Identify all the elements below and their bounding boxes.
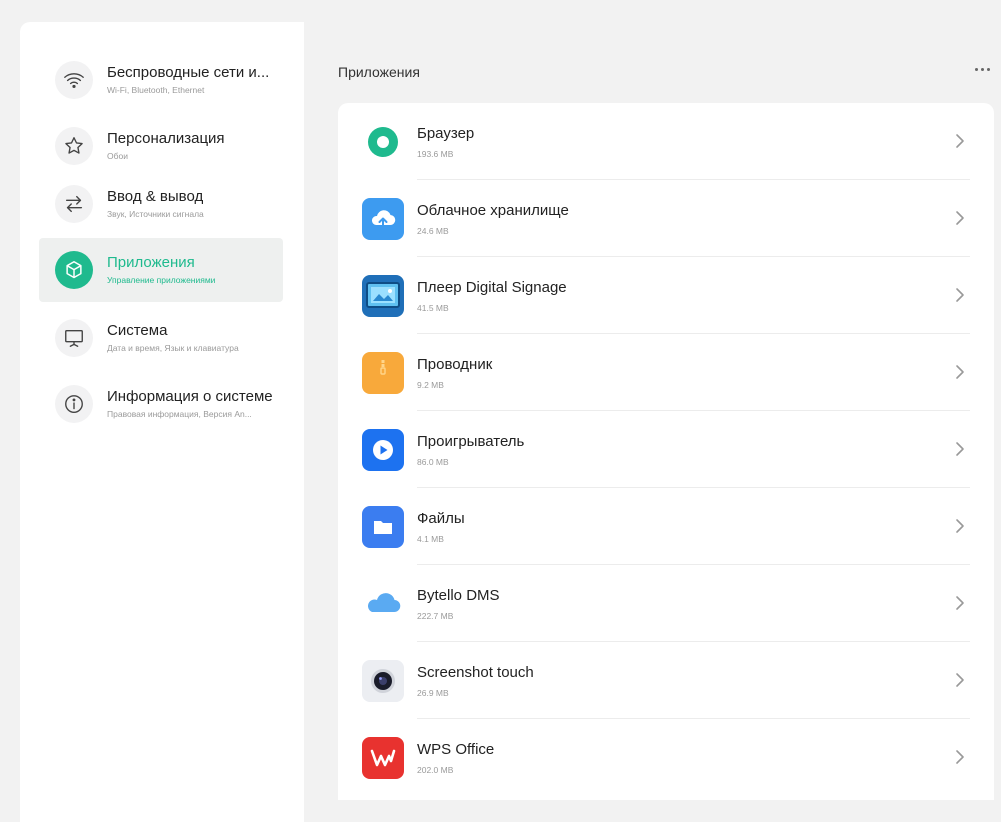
sidebar-item-title: Информация о системе	[107, 387, 273, 405]
chevron-right-icon	[956, 442, 964, 456]
chevron-right-icon	[956, 750, 964, 764]
list-item[interactable]: Файлы 4.1 MB	[338, 488, 994, 565]
chevron-right-icon	[956, 134, 964, 148]
app-name: Плеер Digital Signage	[417, 279, 567, 296]
sidebar-item-wireless[interactable]: Беспроводные сети и... Wi-Fi, Bluetooth,…	[39, 48, 283, 112]
app-size: 41.5 MB	[417, 303, 449, 313]
page-title: Приложения	[338, 64, 420, 80]
sidebar-item-input-output[interactable]: Ввод & вывод Звук, Источники сигнала	[39, 172, 283, 236]
signage-player-icon	[362, 275, 404, 317]
cloud-icon	[362, 583, 404, 625]
sidebar-item-system[interactable]: Система Дата и время, Язык и клавиатура	[39, 306, 283, 370]
app-size: 222.7 MB	[417, 611, 454, 621]
sidebar-item-subtitle: Wi-Fi, Bluetooth, Ethernet	[107, 84, 205, 95]
app-name: Проводник	[417, 356, 493, 373]
video-player-icon	[362, 429, 404, 471]
sidebar: Беспроводные сети и... Wi-Fi, Bluetooth,…	[20, 22, 304, 822]
app-size: 24.6 MB	[417, 226, 449, 236]
cube-icon	[55, 251, 93, 289]
sidebar-item-personalization[interactable]: Персонализация Обои	[39, 114, 283, 178]
list-item[interactable]: Плеер Digital Signage 41.5 MB	[338, 257, 994, 334]
info-icon	[55, 385, 93, 423]
list-item[interactable]: Облачное хранилище 24.6 MB	[338, 180, 994, 257]
app-size: 193.6 MB	[417, 149, 454, 159]
app-size: 26.9 MB	[417, 688, 449, 698]
list-item[interactable]: Браузер 193.6 MB	[338, 103, 994, 180]
sidebar-item-title: Система	[107, 321, 168, 339]
sidebar-item-subtitle: Правовая информация, Версия An...	[107, 408, 252, 419]
app-name: Файлы	[417, 510, 465, 527]
list-item[interactable]: WPS Office 202.0 MB	[338, 719, 994, 796]
chevron-right-icon	[956, 519, 964, 533]
chevron-right-icon	[956, 673, 964, 687]
list-item[interactable]: Bytello DMS 222.7 MB	[338, 565, 994, 642]
folder-icon	[362, 506, 404, 548]
app-name: Браузер	[417, 125, 475, 142]
wps-icon	[362, 737, 404, 779]
app-name: Проигрыватель	[417, 433, 525, 450]
app-size: 202.0 MB	[417, 765, 454, 775]
sidebar-item-title: Персонализация	[107, 129, 225, 147]
explorer-icon	[362, 352, 404, 394]
wifi-icon	[55, 61, 93, 99]
chevron-right-icon	[956, 288, 964, 302]
sidebar-item-title: Беспроводные сети и...	[107, 63, 270, 81]
app-size: 4.1 MB	[417, 534, 444, 544]
sidebar-item-applications[interactable]: Приложения Управление приложениями	[39, 238, 283, 302]
sidebar-item-title: Ввод & вывод	[107, 187, 204, 205]
chevron-right-icon	[956, 211, 964, 225]
swap-arrows-icon	[55, 185, 93, 223]
list-item[interactable]: Проигрыватель 86.0 MB	[338, 411, 994, 488]
monitor-icon	[55, 319, 93, 357]
cloud-storage-icon	[362, 198, 404, 240]
sidebar-item-subtitle: Управление приложениями	[107, 274, 216, 285]
sidebar-item-subtitle: Звук, Источники сигнала	[107, 208, 204, 219]
sidebar-item-title: Приложения	[107, 253, 195, 271]
list-item[interactable]: Проводник 9.2 MB	[338, 334, 994, 411]
chevron-right-icon	[956, 365, 964, 379]
app-name: Screenshot touch	[417, 664, 534, 681]
chevron-right-icon	[956, 596, 964, 610]
more-icon[interactable]	[968, 58, 996, 80]
app-size: 9.2 MB	[417, 380, 444, 390]
star-icon	[55, 127, 93, 165]
browser-icon	[362, 121, 404, 163]
app-name: Облачное хранилище	[417, 202, 569, 219]
camera-icon	[362, 660, 404, 702]
app-name: Bytello DMS	[417, 587, 500, 604]
sidebar-item-system-info[interactable]: Информация о системе Правовая информация…	[39, 372, 283, 436]
app-list: Браузер 193.6 MB Облачное хранилище 24.6…	[338, 103, 994, 800]
list-item[interactable]: Screenshot touch 26.9 MB	[338, 642, 994, 719]
app-size: 86.0 MB	[417, 457, 449, 467]
sidebar-item-subtitle: Обои	[107, 150, 128, 161]
app-name: WPS Office	[417, 741, 495, 758]
sidebar-item-subtitle: Дата и время, Язык и клавиатура	[107, 342, 239, 353]
